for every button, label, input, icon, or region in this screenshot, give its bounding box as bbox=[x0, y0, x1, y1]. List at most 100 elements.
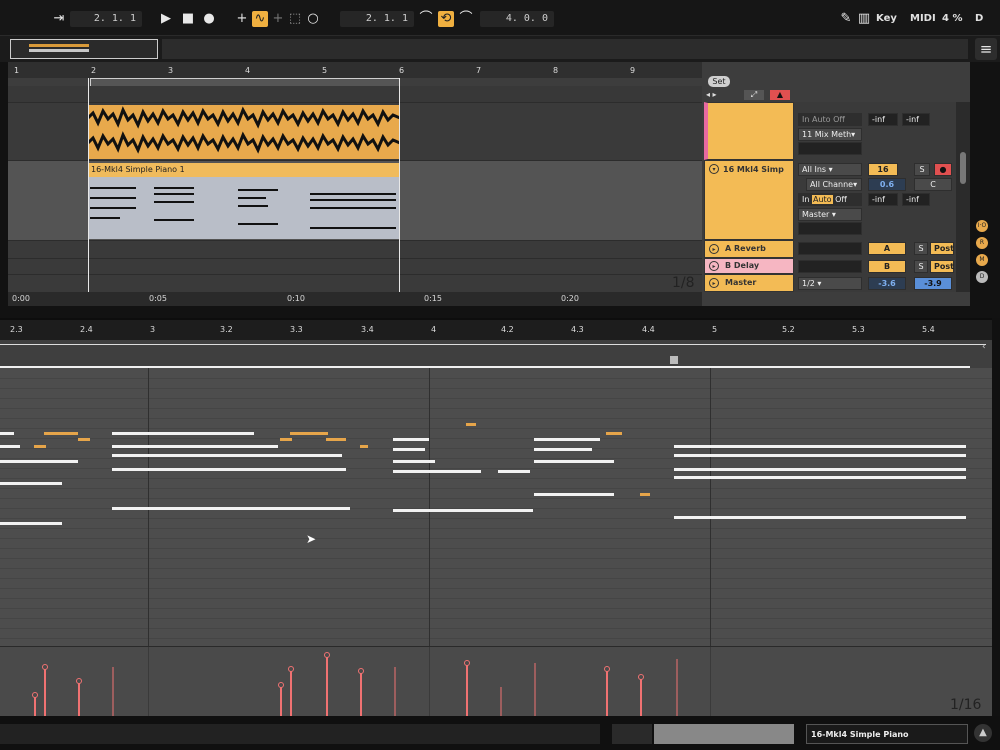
monitor-switch[interactable]: In Auto Off bbox=[798, 193, 862, 206]
return-b-header[interactable]: ▸ B Delay bbox=[704, 258, 794, 274]
midi-map-button[interactable]: MIDI bbox=[910, 11, 936, 27]
master-volume[interactable]: -3.6 bbox=[868, 277, 906, 290]
nav-arrows-icon[interactable]: ◂ ▸ bbox=[706, 90, 730, 100]
piano-roll-ruler[interactable]: 2.3 2.4 3 3.2 3.3 3.4 4 4.2 4.3 4.4 5 5.… bbox=[0, 320, 992, 340]
return-b-lane[interactable] bbox=[8, 258, 702, 275]
mixer-toggle-icon[interactable]: M bbox=[976, 254, 988, 266]
midi-note[interactable] bbox=[498, 470, 530, 473]
loop-start-field[interactable]: 2. 1. 1 bbox=[340, 11, 414, 27]
loop-end-marker-icon[interactable]: ‹ bbox=[982, 342, 990, 356]
master-lane[interactable]: 1/8 bbox=[8, 274, 702, 293]
velocity-stem[interactable] bbox=[288, 666, 294, 718]
fold-icon[interactable]: ▸ bbox=[709, 244, 719, 254]
midi-note-selected[interactable] bbox=[78, 438, 90, 441]
return-a-lane[interactable] bbox=[8, 240, 702, 259]
midi-note[interactable] bbox=[534, 460, 614, 463]
midi-note[interactable] bbox=[534, 438, 600, 441]
return-a-header[interactable]: ▸ A Reverb bbox=[704, 240, 794, 258]
loop-toggle-icon[interactable]: ⟲ bbox=[438, 11, 454, 27]
stop-icon[interactable]: ■ bbox=[180, 11, 196, 27]
output-channel-select[interactable] bbox=[798, 222, 862, 235]
follow-icon[interactable]: ⇥ bbox=[48, 11, 70, 27]
selected-track-label[interactable]: 16-Mkl4 Simple Piano bbox=[806, 724, 968, 744]
midi-note[interactable] bbox=[674, 454, 966, 457]
input-type-select[interactable]: All Ins ▾ bbox=[798, 163, 862, 176]
song-position-field[interactable]: 2. 1. 1 bbox=[70, 11, 142, 27]
midi-note-selected[interactable] bbox=[280, 438, 292, 441]
lock-icon[interactable]: ▲ bbox=[770, 90, 790, 100]
loop-strip[interactable]: ‹ bbox=[0, 340, 992, 369]
add-icon[interactable]: + bbox=[234, 11, 250, 27]
audio-track-header[interactable] bbox=[704, 102, 794, 160]
midi-note-selected[interactable] bbox=[466, 423, 476, 426]
fold-icon[interactable]: ▸ bbox=[709, 278, 719, 288]
return-a-output[interactable] bbox=[798, 242, 862, 255]
midi-note[interactable] bbox=[0, 482, 62, 485]
capture-icon[interactable]: ⬚ bbox=[287, 11, 303, 27]
midi-note[interactable] bbox=[112, 507, 350, 510]
mix-method-select[interactable]: 11 Mix Meth▾ bbox=[798, 128, 862, 141]
audio-clip[interactable] bbox=[88, 105, 400, 159]
midi-note[interactable] bbox=[674, 516, 966, 519]
midi-note-selected[interactable] bbox=[360, 445, 368, 448]
menu-icon[interactable]: ≡ bbox=[975, 38, 997, 60]
metronome-icon[interactable]: ○ bbox=[305, 11, 321, 27]
midi-note[interactable] bbox=[112, 454, 342, 457]
midi-note-selected[interactable] bbox=[640, 493, 650, 496]
post-button[interactable]: Post bbox=[930, 242, 954, 255]
key-map-button[interactable]: Key bbox=[876, 11, 897, 27]
midi-note[interactable] bbox=[112, 445, 278, 448]
velocity-stem[interactable] bbox=[358, 668, 364, 718]
midi-note-selected[interactable] bbox=[290, 432, 328, 435]
midi-note-selected[interactable] bbox=[606, 432, 622, 435]
midi-track-header[interactable]: 16 Mkl4 Simp ▾ bbox=[704, 160, 794, 240]
fold-icon[interactable]: ▸ bbox=[709, 261, 719, 271]
master-header[interactable]: ▸ Master bbox=[704, 274, 794, 292]
returns-toggle-icon[interactable]: R bbox=[976, 237, 988, 249]
midi-note-selected[interactable] bbox=[326, 438, 346, 441]
velocity-editor[interactable]: 1/16 bbox=[0, 646, 992, 718]
record-arm-button[interactable]: ● bbox=[934, 163, 952, 176]
expand-icon[interactable]: ⤢ bbox=[744, 90, 764, 100]
track-number[interactable]: 16 bbox=[868, 163, 898, 176]
send-a-button[interactable]: A bbox=[868, 242, 906, 255]
audio-track-lane[interactable] bbox=[8, 102, 702, 161]
loop-length-field[interactable]: 4. 0. 0 bbox=[480, 11, 554, 27]
midi-indicator-icon[interactable]: ▲ bbox=[974, 724, 992, 742]
record-icon[interactable]: ● bbox=[201, 11, 217, 27]
midi-note[interactable] bbox=[393, 438, 429, 441]
midi-note[interactable] bbox=[534, 448, 592, 451]
track-volume[interactable]: 0.6 bbox=[868, 178, 906, 191]
send-b-button[interactable]: B bbox=[868, 260, 906, 273]
solo-button[interactable]: S bbox=[914, 242, 928, 255]
arrangement-overview[interactable]: ≡ bbox=[0, 36, 1000, 62]
midi-note[interactable] bbox=[674, 476, 966, 479]
velocity-stem[interactable] bbox=[464, 660, 470, 718]
velocity-stem[interactable] bbox=[500, 687, 502, 718]
midi-note[interactable] bbox=[0, 432, 14, 435]
midi-note[interactable] bbox=[674, 445, 966, 448]
midi-note-selected[interactable] bbox=[34, 445, 46, 448]
velocity-stem[interactable] bbox=[112, 667, 114, 718]
input-channel-select[interactable]: All Channe▾ bbox=[806, 178, 862, 191]
velocity-stem[interactable] bbox=[278, 682, 284, 718]
velocity-stem[interactable] bbox=[324, 652, 330, 718]
midi-note[interactable] bbox=[0, 445, 20, 448]
midi-note[interactable] bbox=[393, 470, 481, 473]
set-button[interactable]: Set bbox=[708, 76, 730, 87]
velocity-stem[interactable] bbox=[32, 692, 38, 718]
loop-brace[interactable] bbox=[90, 78, 400, 86]
midi-note[interactable] bbox=[0, 460, 78, 463]
midi-note[interactable] bbox=[112, 468, 346, 471]
overdub-icon[interactable]: + bbox=[270, 11, 286, 27]
track-pan[interactable]: C bbox=[914, 178, 952, 191]
velocity-stem[interactable] bbox=[534, 663, 536, 718]
solo-button[interactable]: S bbox=[914, 163, 930, 176]
midi-note[interactable] bbox=[393, 448, 425, 451]
note-grid[interactable]: ➤ bbox=[0, 368, 992, 646]
master-pan[interactable]: -3.9 bbox=[914, 277, 952, 290]
midi-note[interactable] bbox=[393, 460, 435, 463]
cue-out-select[interactable]: 1/2 ▾ bbox=[798, 277, 862, 290]
keyboard-icon[interactable]: ▥ bbox=[856, 11, 872, 27]
solo-button[interactable]: S bbox=[914, 260, 928, 273]
